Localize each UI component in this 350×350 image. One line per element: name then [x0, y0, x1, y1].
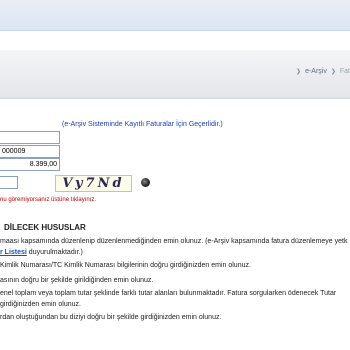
refresh-icon[interactable]	[141, 178, 150, 187]
chevron-right-icon: ❯	[296, 69, 302, 75]
section-title: DİLECEK HUSUSLAR	[4, 223, 86, 232]
instruction-line-2-rest: duyurulmaktadır.)	[26, 249, 83, 256]
instruction-line-4: asının doğru bir şekilde girildiğinden e…	[0, 277, 154, 284]
breadcrumb: ❯ e-Arşiv ❯ Fat	[296, 68, 350, 75]
instruction-line-2: r Listesi duyurulmaktadır.)	[0, 249, 83, 256]
breadcrumb-item-current: Fat	[339, 68, 350, 75]
chevron-right-icon: ❯	[330, 69, 336, 75]
instruction-line-6: girdiğinizden emin olunuz.	[0, 301, 81, 308]
instruction-line-3: Kimlik Numarası/TC Kimlik Numarası bilgi…	[0, 262, 251, 269]
breadcrumb-item-earsiv[interactable]: e-Arşiv	[305, 68, 327, 75]
captcha-input[interactable]	[0, 176, 18, 189]
instruction-line-1: maası kapsamında düzenlenip düzenlenmedi…	[0, 238, 348, 245]
field-1-box[interactable]	[0, 131, 60, 144]
field-2[interactable]: 000009	[0, 145, 60, 158]
top-banner	[0, 0, 350, 31]
captcha-image[interactable]: Vy7Nd	[55, 175, 132, 192]
list-link[interactable]: r Listesi	[0, 249, 27, 256]
archive-note: (e-Arşiv Sisteminde Kayıtlı Faturalar İç…	[62, 121, 223, 128]
captcha-hint: nu göremiyorsanız üstüne tıklayınız.	[0, 197, 97, 203]
instruction-line-7: rdan oluştuğundan bu diziyi doğru bir şe…	[0, 314, 222, 321]
amount-field[interactable]: 8.399,00	[0, 158, 60, 171]
top-band	[0, 31, 350, 49]
instruction-line-5: enel toplam veya toplam tutar şeklinde f…	[0, 290, 337, 297]
